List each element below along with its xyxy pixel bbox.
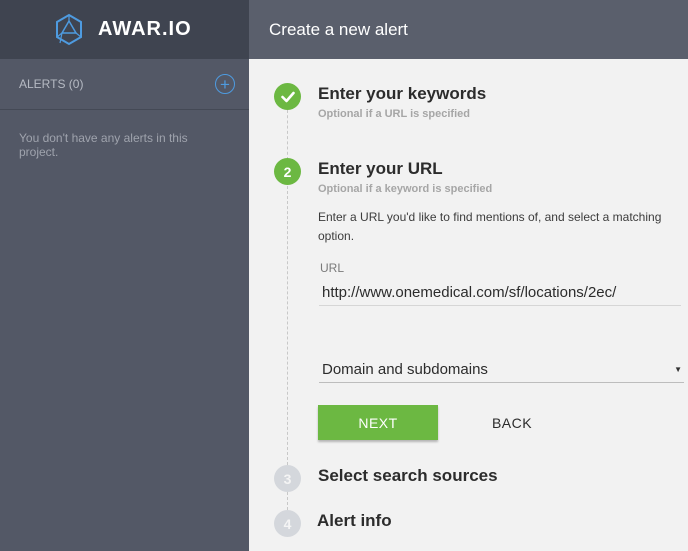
step-2-subtitle: Optional if a keyword is specified [318, 183, 493, 195]
alert-wizard: Enter your keywords Optional if a URL is… [249, 59, 688, 551]
step-connector [287, 492, 288, 510]
back-button[interactable]: BACK [477, 405, 547, 440]
plus-circle-icon[interactable]: + [215, 74, 235, 94]
alerts-header: ALERTS (0) + [0, 59, 249, 110]
match-option-select[interactable]: Domain and subdomains ▼ [319, 357, 684, 383]
step-3-indicator: 3 [274, 465, 301, 492]
hexagon-logo-icon [56, 13, 82, 45]
step-1-title[interactable]: Enter your keywords [318, 84, 486, 104]
next-button[interactable]: NEXT [318, 405, 438, 440]
url-label: URL [320, 261, 345, 275]
step-4-title[interactable]: Alert info [317, 511, 392, 531]
caret-down-icon: ▼ [674, 365, 682, 374]
alerts-title: ALERTS (0) [19, 77, 84, 91]
page-header: Create a new alert [249, 0, 688, 59]
brand-bar: AWAR.IO [0, 0, 249, 59]
match-option-value: Domain and subdomains [322, 361, 488, 378]
step-connector [287, 110, 288, 160]
page-title: Create a new alert [269, 19, 408, 39]
step-2-title: Enter your URL [318, 159, 443, 178]
step-1-indicator [274, 83, 301, 110]
step-3-title[interactable]: Select search sources [318, 466, 498, 486]
step-2-indicator: 2 [274, 158, 301, 185]
url-input[interactable] [319, 280, 681, 306]
step-2-description: Enter a URL you'd like to find mentions … [318, 210, 662, 243]
checkmark-icon [280, 91, 295, 102]
sidebar: AWAR.IO ALERTS (0) + You don't have any … [0, 0, 249, 551]
empty-alerts-message: You don't have any alerts in this projec… [19, 131, 188, 159]
step-1-subtitle: Optional if a URL is specified [318, 108, 470, 120]
brand-name: AWAR.IO [98, 18, 192, 40]
step-connector [287, 186, 288, 465]
step-4-indicator: 4 [274, 510, 301, 537]
